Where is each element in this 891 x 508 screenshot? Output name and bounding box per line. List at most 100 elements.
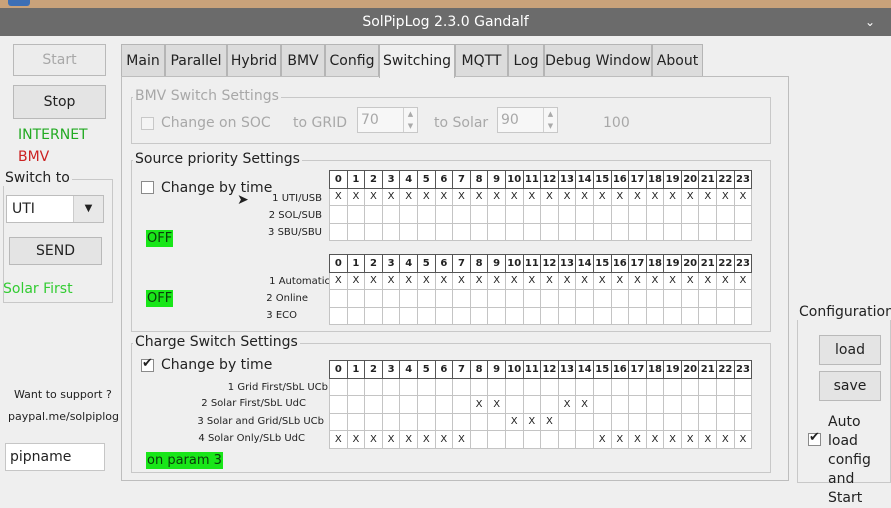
time-slot-cell[interactable] — [716, 377, 735, 396]
chevron-down-icon[interactable]: ▼ — [73, 196, 103, 222]
time-slot-cell[interactable] — [381, 222, 401, 241]
time-slot-cell[interactable]: X — [557, 395, 577, 414]
time-slot-cell[interactable] — [628, 222, 647, 241]
time-slot-cell[interactable] — [557, 412, 577, 431]
time-slot-cell[interactable]: X — [364, 271, 383, 290]
time-slot-cell[interactable] — [487, 306, 506, 325]
time-slot-cell[interactable]: X — [540, 412, 559, 431]
output-priority-time-grid[interactable]: 0 1 2 3 4 5 6 7 8 9 10 11 12 13 14 15 16 17 18 19 20 21 22 23 X X… — [329, 254, 753, 325]
time-slot-cell[interactable] — [557, 377, 577, 396]
time-slot-cell[interactable]: X — [399, 187, 418, 206]
time-slot-cell[interactable] — [575, 222, 594, 241]
spin-arrows-icon[interactable]: ▲ ▼ — [403, 108, 417, 132]
tab-parallel[interactable]: Parallel — [165, 44, 227, 76]
time-slot-cell[interactable] — [680, 377, 700, 396]
tab-mqtt[interactable]: MQTT — [455, 44, 508, 76]
time-slot-cell[interactable] — [628, 395, 647, 414]
time-slot-cell[interactable] — [540, 395, 559, 414]
time-slot-cell[interactable]: X — [469, 271, 489, 290]
time-slot-cell[interactable] — [487, 377, 506, 396]
time-slot-cell[interactable]: X — [733, 187, 753, 206]
time-slot-cell[interactable] — [452, 377, 471, 396]
time-slot-cell[interactable]: X — [346, 430, 366, 449]
time-slot-cell[interactable] — [469, 412, 489, 431]
time-slot-cell[interactable] — [399, 412, 418, 431]
time-slot-cell[interactable] — [381, 205, 401, 224]
time-slot-cell[interactable]: X — [540, 271, 559, 290]
time-slot-cell[interactable]: X — [504, 412, 524, 431]
time-slot-cell[interactable]: X — [575, 271, 594, 290]
time-slot-cell[interactable] — [610, 395, 630, 414]
switch-to-select[interactable]: UTI ▼ — [6, 195, 104, 223]
time-slot-cell[interactable]: X — [663, 430, 682, 449]
time-slot-cell[interactable]: X — [381, 271, 401, 290]
time-slot-cell[interactable] — [610, 205, 630, 224]
load-button[interactable]: load — [819, 335, 881, 365]
time-slot-cell[interactable] — [329, 289, 348, 308]
time-slot-cell[interactable] — [416, 222, 436, 241]
time-slot-cell[interactable] — [399, 289, 418, 308]
time-slot-cell[interactable] — [645, 205, 665, 224]
time-slot-cell[interactable]: X — [628, 187, 647, 206]
time-slot-cell[interactable] — [557, 306, 577, 325]
time-slot-cell[interactable] — [329, 412, 348, 431]
time-slot-cell[interactable] — [680, 222, 700, 241]
time-slot-cell[interactable] — [716, 205, 735, 224]
time-slot-cell[interactable] — [522, 205, 542, 224]
time-slot-cell[interactable] — [592, 306, 612, 325]
time-slot-cell[interactable] — [645, 306, 665, 325]
tab-hybrid[interactable]: Hybrid — [227, 44, 281, 76]
to-grid-spinbox[interactable]: 70 ▲ ▼ — [357, 107, 418, 133]
time-slot-cell[interactable]: X — [557, 187, 577, 206]
time-slot-cell[interactable]: X — [399, 430, 418, 449]
time-slot-cell[interactable]: X — [381, 430, 401, 449]
time-slot-cell[interactable] — [680, 289, 700, 308]
time-slot-cell[interactable]: X — [645, 271, 665, 290]
time-slot-cell[interactable] — [487, 222, 506, 241]
time-slot-cell[interactable] — [575, 377, 594, 396]
time-slot-cell[interactable] — [504, 205, 524, 224]
time-slot-cell[interactable]: X — [346, 187, 366, 206]
time-slot-cell[interactable]: X — [698, 430, 718, 449]
time-slot-cell[interactable] — [575, 412, 594, 431]
time-slot-cell[interactable]: X — [645, 187, 665, 206]
time-slot-cell[interactable] — [592, 205, 612, 224]
time-slot-cell[interactable] — [504, 289, 524, 308]
chevron-down-icon[interactable]: ⌄ — [865, 8, 875, 36]
time-slot-cell[interactable] — [680, 412, 700, 431]
time-slot-cell[interactable] — [452, 412, 471, 431]
auto-load-checkbox[interactable]: ✔ — [808, 430, 821, 446]
time-slot-cell[interactable] — [592, 289, 612, 308]
time-slot-cell[interactable] — [716, 306, 735, 325]
time-slot-cell[interactable] — [733, 377, 753, 396]
time-slot-cell[interactable]: X — [416, 187, 436, 206]
time-slot-cell[interactable] — [575, 306, 594, 325]
time-slot-cell[interactable]: X — [716, 187, 735, 206]
time-slot-cell[interactable] — [364, 412, 383, 431]
charge-change-by-time-checkbox[interactable]: ✔ — [141, 356, 154, 372]
time-slot-cell[interactable] — [628, 289, 647, 308]
time-slot-cell[interactable] — [469, 430, 489, 449]
time-slot-cell[interactable] — [364, 289, 383, 308]
time-slot-cell[interactable] — [434, 222, 454, 241]
time-slot-cell[interactable]: X — [487, 395, 506, 414]
time-slot-cell[interactable]: X — [680, 187, 700, 206]
time-slot-cell[interactable] — [487, 205, 506, 224]
time-slot-cell[interactable]: X — [364, 430, 383, 449]
time-slot-cell[interactable] — [434, 306, 454, 325]
time-slot-cell[interactable]: X — [716, 430, 735, 449]
time-slot-cell[interactable]: X — [610, 187, 630, 206]
time-slot-cell[interactable] — [540, 222, 559, 241]
time-slot-cell[interactable]: X — [452, 430, 471, 449]
time-slot-cell[interactable] — [663, 412, 682, 431]
time-slot-cell[interactable] — [329, 377, 348, 396]
time-slot-cell[interactable] — [680, 306, 700, 325]
paypal-link[interactable]: paypal.me/solpiplog — [8, 410, 119, 423]
time-slot-cell[interactable] — [733, 306, 753, 325]
user-name-input[interactable]: pipname — [5, 443, 105, 471]
time-slot-cell[interactable]: X — [610, 430, 630, 449]
time-slot-cell[interactable] — [469, 205, 489, 224]
charge-time-grid[interactable]: 0 1 2 3 4 5 6 7 8 9 10 11 12 13 14 15 16 17 18 19 20 21 22 23 X X… — [329, 360, 753, 449]
time-slot-cell[interactable]: X — [416, 430, 436, 449]
time-slot-cell[interactable]: X — [610, 271, 630, 290]
